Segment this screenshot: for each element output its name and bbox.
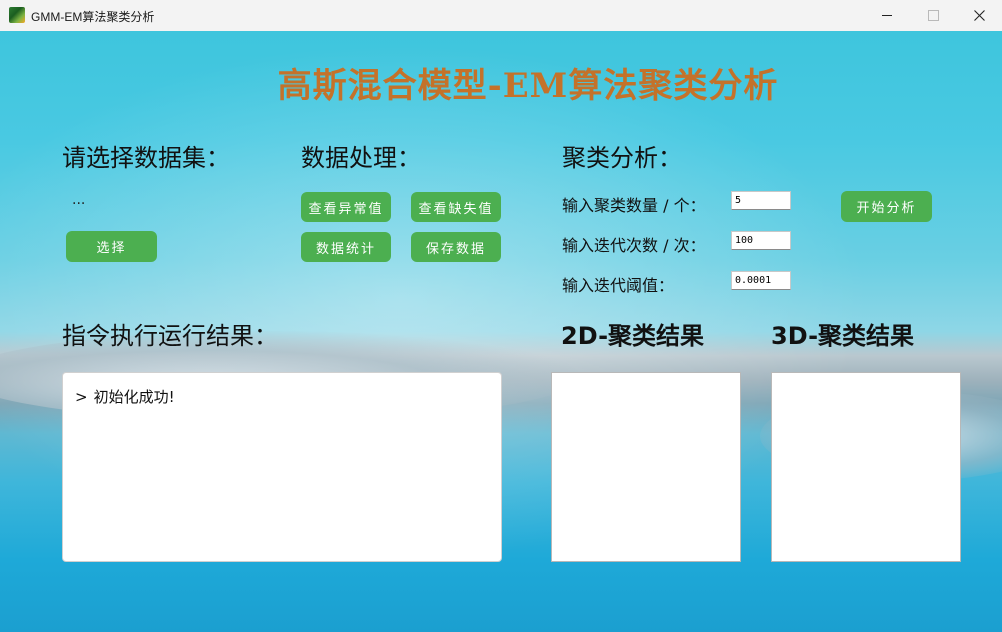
maximize-icon (927, 10, 939, 21)
dataset-label: 请选择数据集： (62, 144, 230, 172)
client-area: 高斯混合模型-EM算法聚类分析 请选择数据集： ... 选择 数据处理： 查看异… (0, 31, 1002, 632)
window-title: GMM-EM算法聚类分析 (31, 10, 155, 24)
app-window: GMM-EM算法聚类分析 高斯混合模型-EM算法聚类分析 请选择数据集： ...… (0, 0, 1002, 632)
data-stats-button[interactable]: 数据统计 (301, 232, 391, 262)
save-data-button[interactable]: 保存数据 (411, 232, 501, 262)
cluster-count-label: 输入聚类数量 / 个： (562, 196, 706, 215)
result-3d-plot (771, 372, 961, 562)
minimize-icon (882, 15, 892, 16)
prompt-icon: > (75, 388, 88, 406)
cluster-count-input[interactable] (731, 191, 791, 210)
log-label: 指令执行运行结果： (62, 322, 278, 350)
data-processing-label: 数据处理： (301, 144, 421, 172)
cluster-analysis-label: 聚类分析： (562, 144, 682, 172)
threshold-label: 输入迭代阈值： (562, 276, 675, 295)
view-outliers-button[interactable]: 查看异常值 (301, 192, 391, 222)
log-line-text: 初始化成功! (93, 388, 175, 406)
close-icon (973, 10, 985, 21)
start-analysis-button[interactable]: 开始分析 (841, 191, 932, 222)
view-missing-button[interactable]: 查看缺失值 (411, 192, 501, 222)
minimize-button[interactable] (864, 0, 910, 31)
close-button[interactable] (956, 0, 1002, 31)
iterations-input[interactable] (731, 231, 791, 250)
app-icon (9, 7, 25, 23)
iterations-label: 输入迭代次数 / 次： (562, 236, 706, 255)
log-panel[interactable]: > 初始化成功! (62, 372, 502, 562)
select-dataset-button[interactable]: 选择 (66, 231, 157, 262)
title-bar[interactable]: GMM-EM算法聚类分析 (0, 0, 1002, 32)
page-title: 高斯混合模型-EM算法聚类分析 (277, 66, 779, 106)
result-2d-label: 2D-聚类结果 (561, 322, 705, 350)
threshold-input[interactable] (731, 271, 791, 290)
log-line: > 初始化成功! (75, 386, 175, 407)
maximize-button[interactable] (910, 0, 956, 31)
dataset-path: ... (72, 192, 86, 208)
result-2d-plot (551, 372, 741, 562)
result-3d-label: 3D-聚类结果 (771, 322, 915, 350)
